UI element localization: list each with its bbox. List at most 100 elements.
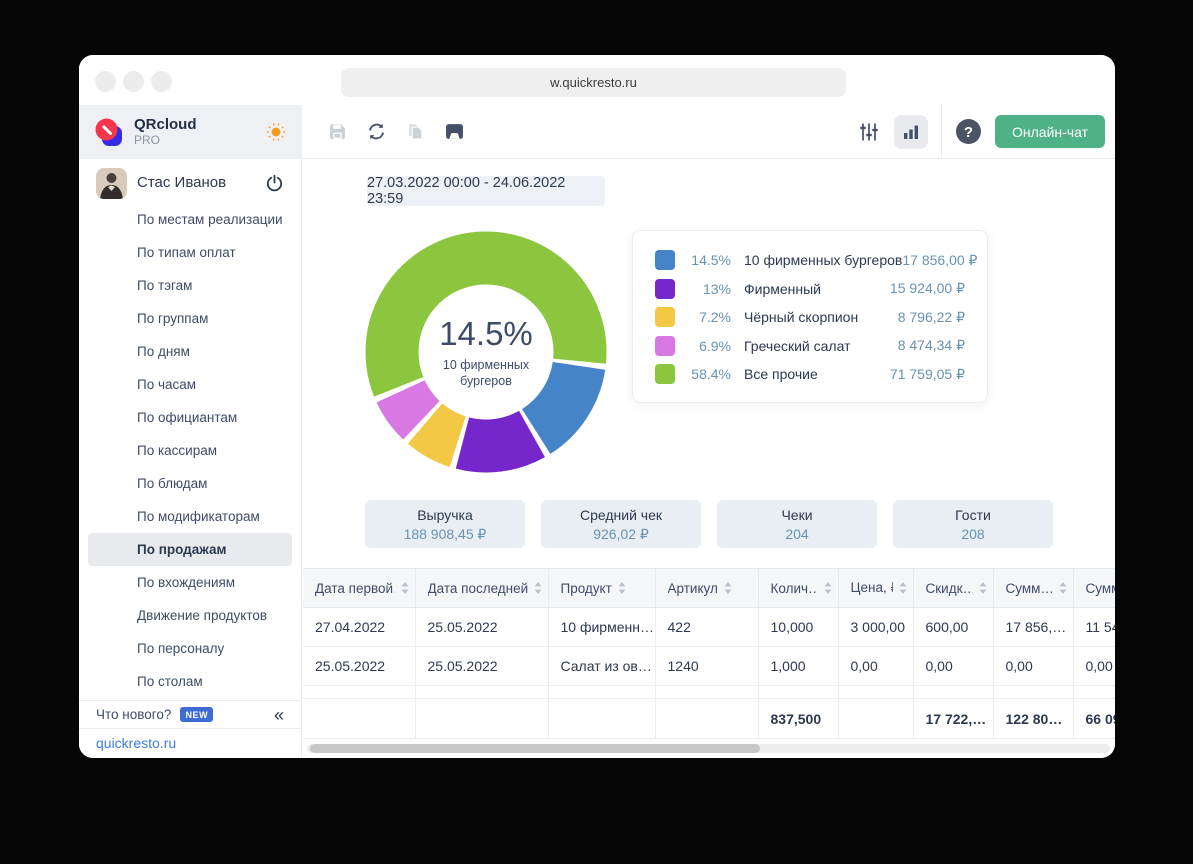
- sidebar-item[interactable]: По блюдам: [79, 467, 301, 500]
- sidebar-item[interactable]: По столам: [79, 665, 301, 698]
- sort-icon[interactable]: [979, 582, 987, 594]
- table-cell: Салат из ов…: [548, 646, 656, 686]
- totals-cell: 837,500: [758, 698, 839, 739]
- window-control-dot[interactable]: [123, 71, 144, 92]
- scrollbar-thumb[interactable]: [310, 744, 760, 753]
- table-cell: 10 фирменн…: [548, 607, 656, 647]
- legend-name: Греческий салат: [744, 337, 851, 354]
- column-header[interactable]: Цена, ₽: [838, 568, 914, 608]
- new-badge: NEW: [180, 707, 214, 722]
- save-button[interactable]: [325, 120, 349, 144]
- column-header-inner: Артикул: [668, 581, 752, 596]
- refresh-button[interactable]: [364, 120, 388, 144]
- table-cell: [1073, 685, 1115, 699]
- refresh-icon: [368, 123, 384, 140]
- logout-button[interactable]: [266, 174, 283, 197]
- card-title: Выручка: [417, 507, 473, 523]
- legend-swatch: [655, 278, 675, 299]
- column-label: Продукт: [560, 580, 612, 596]
- window-control-dot[interactable]: [151, 71, 172, 92]
- sidebar-item[interactable]: По дням: [79, 335, 301, 368]
- table-cell: 17 856,…: [993, 607, 1074, 647]
- sort-icon[interactable]: [724, 582, 732, 594]
- column-header-inner: Сумм…: [1006, 581, 1067, 596]
- table-cell: 25.05.2022: [415, 646, 549, 686]
- theme-toggle[interactable]: [265, 121, 287, 143]
- table-cell: 0,00: [913, 646, 994, 686]
- sort-icon[interactable]: [899, 582, 907, 594]
- legend-name: 10 фирменных бургеров: [744, 252, 903, 269]
- summary-card: Чеки 204: [717, 500, 877, 548]
- sidebar-item[interactable]: По типам оплат: [79, 236, 301, 269]
- app-header: QRcloud PRO ? Онлайн-чат: [79, 105, 1115, 159]
- legend-row: 58.4% Все прочие 71 759,05 ₽: [655, 360, 965, 389]
- whats-new-link[interactable]: Что нового?: [96, 707, 171, 722]
- sidebar-item[interactable]: По часам: [79, 368, 301, 401]
- window-control-dot[interactable]: [95, 71, 116, 92]
- sidebar-item[interactable]: Движение продуктов: [79, 599, 301, 632]
- horizontal-scrollbar[interactable]: [307, 744, 1110, 753]
- sales-table-wrap: Дата первой… Дата последней… Продукт Артику…: [303, 568, 1115, 739]
- sort-icon[interactable]: [824, 582, 832, 594]
- column-header[interactable]: Скидк…: [913, 568, 994, 608]
- column-header[interactable]: Сумм.: [1073, 568, 1116, 608]
- quickresto-site-link[interactable]: quickresto.ru: [79, 729, 301, 758]
- legend-amount: 8 474,34 ₽: [897, 337, 965, 354]
- sidebar-item[interactable]: По кассирам: [79, 434, 301, 467]
- column-label: Скидк…: [925, 580, 973, 596]
- totals-cell: [548, 698, 656, 739]
- legend-percent: 14.5%: [691, 252, 731, 269]
- column-header-inner: Цена, ₽: [851, 580, 907, 596]
- legend-swatch: [655, 364, 675, 385]
- legend-row: 6.9% Греческий салат 8 474,34 ₽: [655, 332, 965, 361]
- table-cell: [993, 685, 1074, 699]
- copy-pages-icon: [408, 124, 422, 140]
- legend-row: 14.5% 10 фирменных бургеров 17 856,00 ₽: [655, 246, 977, 275]
- table-cell: 0,00: [838, 646, 914, 686]
- sidebar-item[interactable]: По официантам: [79, 401, 301, 434]
- sort-icon[interactable]: [618, 582, 626, 594]
- filters-button[interactable]: [857, 120, 881, 144]
- sidebar-item[interactable]: По вхождениям: [79, 566, 301, 599]
- chart-view-button[interactable]: [894, 114, 929, 149]
- online-chat-button[interactable]: Онлайн-чат: [995, 115, 1105, 148]
- browser-window: w.quickresto.ru QRcloud PRO ? Онлайн-чат…: [79, 55, 1115, 758]
- legend-row: 13% Фирменный 15 924,00 ₽: [655, 275, 965, 304]
- table-cell: 25.05.2022: [303, 646, 416, 686]
- copy-button[interactable]: [403, 120, 427, 144]
- table-cell: [548, 685, 656, 699]
- sidebar-item[interactable]: По местам реализации: [79, 203, 301, 236]
- sidebar-item[interactable]: По продажам: [88, 533, 292, 566]
- column-header[interactable]: Колич…: [758, 568, 839, 608]
- export-tray-icon: [445, 124, 463, 139]
- column-header[interactable]: Дата последней…: [415, 568, 549, 608]
- user-profile[interactable]: Стас Иванов: [79, 168, 301, 201]
- collapse-sidebar-button[interactable]: «: [274, 706, 284, 724]
- totals-cell: 17 722,…: [913, 698, 994, 739]
- sort-icon[interactable]: [1059, 582, 1067, 594]
- card-value: 208: [961, 526, 985, 542]
- table-cell: 10,000: [758, 607, 839, 647]
- column-header[interactable]: Дата первой…: [303, 568, 416, 608]
- sidebar-item[interactable]: По группам: [79, 302, 301, 335]
- sidebar-item[interactable]: По модификаторам: [79, 500, 301, 533]
- donut-chart: [365, 231, 607, 473]
- legend-amount: 15 924,00 ₽: [889, 280, 965, 297]
- column-header-inner: Сумм.: [1086, 581, 1116, 596]
- export-tray-button[interactable]: [442, 120, 466, 144]
- sidebar-item[interactable]: По тэгам: [79, 269, 301, 302]
- sidebar-item[interactable]: По персоналу: [79, 632, 301, 665]
- column-label: Сумм…: [1005, 580, 1053, 596]
- bar-chart-icon: [904, 125, 919, 139]
- help-button[interactable]: ?: [955, 118, 982, 145]
- toolbar-right-group: ? Онлайн-чат: [857, 105, 1115, 158]
- sales-table: Дата первой… Дата последней… Продукт Артику…: [303, 568, 1115, 739]
- sort-icon[interactable]: [534, 582, 542, 594]
- date-range-filter[interactable]: 27.03.2022 00:00 - 24.06.2022 23:59: [367, 175, 605, 207]
- column-header[interactable]: Артикул: [655, 568, 759, 608]
- sort-icon[interactable]: [401, 582, 409, 594]
- url-bar[interactable]: w.quickresto.ru: [341, 68, 846, 97]
- column-header[interactable]: Сумм…: [993, 568, 1074, 608]
- summary-card: Выручка 188 908,45 ₽: [365, 500, 525, 548]
- column-header[interactable]: Продукт: [548, 568, 656, 608]
